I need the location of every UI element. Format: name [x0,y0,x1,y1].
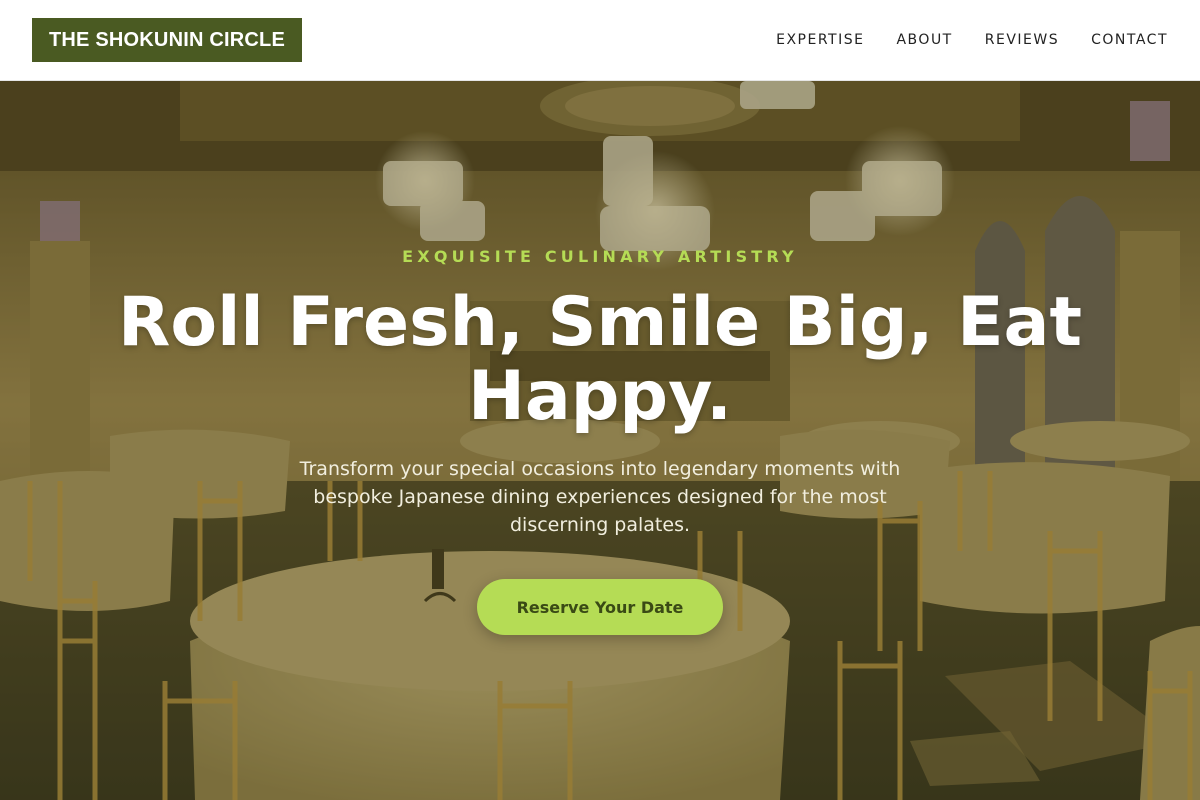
hero-section: EXQUISITE CULINARY ARTISTRY Roll Fresh, … [0,81,1200,800]
nav-link-expertise[interactable]: EXPERTISE [776,32,864,48]
reserve-date-button[interactable]: Reserve Your Date [477,579,723,635]
hero-eyebrow: EXQUISITE CULINARY ARTISTRY [402,247,798,266]
hero-headline: Roll Fresh, Smile Big, Eat Happy. [118,283,1082,436]
main-nav: EXPERTISE ABOUT REVIEWS CONTACT [776,0,1168,80]
hero-overlay [0,81,1200,800]
nav-link-reviews[interactable]: REVIEWS [985,32,1059,48]
brand-logo[interactable]: THE SHOKUNIN CIRCLE [32,18,302,62]
nav-link-contact[interactable]: CONTACT [1091,32,1168,48]
nav-link-about[interactable]: ABOUT [896,32,952,48]
site-header: THE SHOKUNIN CIRCLE EXPERTISE ABOUT REVI… [0,0,1200,81]
hero-subtitle: Transform your special occasions into le… [299,458,901,536]
